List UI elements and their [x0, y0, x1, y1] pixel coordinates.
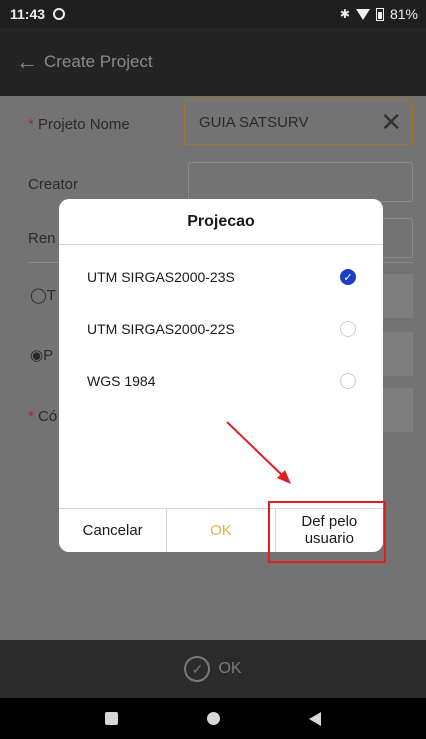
radio-unchecked-icon[interactable]	[340, 373, 356, 389]
recents-icon[interactable]	[104, 712, 118, 725]
ok-button[interactable]: OK	[166, 509, 274, 552]
projection-option[interactable]: UTM SIRGAS2000-22S	[59, 303, 383, 355]
annotation-highlight-box	[268, 501, 386, 563]
bluetooth-icon: ✱	[339, 7, 350, 21]
project-name-label: * Projeto Nome	[28, 116, 130, 133]
status-bar: 11:43 ✱ 81%	[0, 0, 426, 28]
radio-unchecked-icon[interactable]	[340, 321, 356, 337]
notification-icon	[53, 8, 66, 20]
option-block	[380, 274, 413, 318]
battery-level: 81%	[389, 6, 418, 22]
code-label: * Có	[28, 408, 58, 425]
projection-option[interactable]: UTM SIRGAS2000-23S ✓	[59, 251, 383, 303]
page-title: Create Project	[44, 52, 153, 71]
project-name-field[interactable]: GUIA SATSURV ✕	[184, 99, 413, 145]
radio-p[interactable]: ◉P	[30, 346, 53, 364]
creator-label: Creator	[28, 176, 79, 193]
status-time: 11:43	[10, 6, 46, 22]
creator-field[interactable]	[188, 162, 413, 202]
dialog-title: Projecao	[59, 199, 383, 245]
option-label: UTM SIRGAS2000-22S	[87, 321, 235, 337]
wifi-icon	[355, 8, 370, 20]
option-block	[380, 332, 413, 376]
option-label: UTM SIRGAS2000-23S	[87, 269, 235, 285]
bottom-ok-bar[interactable]: ✓ OK	[0, 640, 426, 698]
remark-label: Ren	[28, 230, 56, 247]
annotation-arrow-icon	[226, 421, 291, 484]
bottom-ok-label: OK	[218, 660, 242, 677]
home-icon[interactable]	[206, 712, 220, 725]
back-icon[interactable]	[309, 711, 322, 726]
back-arrow-icon[interactable]: ←	[16, 49, 38, 75]
clear-icon[interactable]: ✕	[380, 109, 402, 135]
cancel-button[interactable]: Cancelar	[59, 509, 166, 552]
app-bar: ← Create Project	[0, 28, 426, 96]
status-icons: ✱ 81%	[340, 6, 418, 22]
check-circle-icon: ✓	[184, 656, 211, 682]
android-nav-bar	[0, 698, 426, 739]
option-block	[380, 388, 413, 432]
project-name-value: GUIA SATSURV	[199, 113, 309, 131]
radio-t[interactable]: ◯T	[30, 286, 56, 304]
option-label: WGS 1984	[87, 373, 156, 389]
projection-option[interactable]: WGS 1984	[59, 355, 383, 407]
radio-checked-icon[interactable]: ✓	[340, 269, 356, 285]
projection-dialog: Projecao UTM SIRGAS2000-23S ✓ UTM SIRGAS…	[59, 199, 383, 552]
battery-icon	[375, 7, 384, 21]
